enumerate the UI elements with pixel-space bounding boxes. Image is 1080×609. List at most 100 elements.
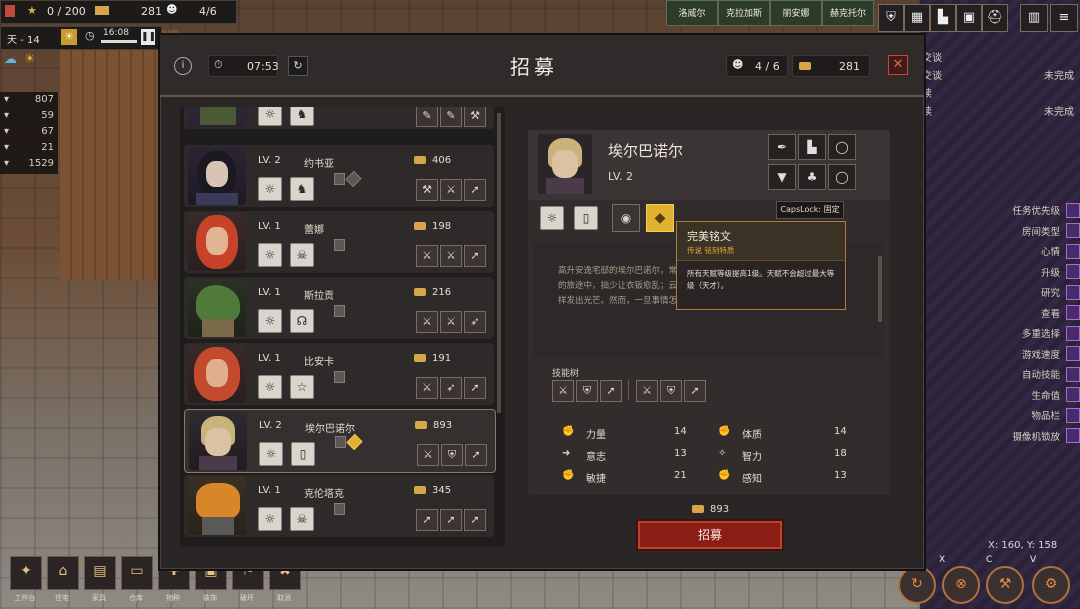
ring-icon[interactable]: ◯	[828, 134, 856, 160]
list-scrollbar[interactable]	[497, 113, 501, 413]
furniture-button[interactable]: ▤	[84, 556, 116, 590]
keybind-row[interactable]: 物品栏	[960, 405, 1080, 426]
trait-icon[interactable]: ▯	[291, 442, 315, 466]
badge-icon	[334, 503, 345, 515]
shield-icon[interactable]: ⛨	[576, 380, 598, 402]
pause-button[interactable]: ❚❚	[141, 29, 156, 45]
trait-icon[interactable]: ☼	[258, 243, 282, 267]
legendary-trait-icon[interactable]: ◆	[646, 204, 674, 232]
arrow-icon: ➚	[464, 179, 486, 201]
trait-icon[interactable]: ☠	[290, 243, 314, 267]
desc-scrollbar[interactable]	[878, 256, 882, 322]
trait-icon[interactable]: ☼	[258, 375, 282, 399]
stat-label: 力量	[586, 430, 606, 441]
colonist-tab[interactable]: 丽安娜	[770, 0, 822, 26]
shield-icon[interactable]: ⛨	[660, 380, 682, 402]
keybind-row[interactable]: 任务优先级	[960, 200, 1080, 221]
candidate-card-selected[interactable]: LV. 2 埃尔巴诺尔 893 ☼ ▯ ⚔ ⛨ ➚	[184, 409, 496, 473]
colonist-tab[interactable]: 赫克托尔	[822, 0, 874, 26]
task-row: 读未完成	[922, 107, 1074, 118]
refresh-icon[interactable]: ↻	[288, 56, 308, 76]
trait-icon[interactable]: ☼	[540, 206, 564, 230]
keybind-row[interactable]: 研究	[960, 282, 1080, 303]
keybind-row[interactable]: 心情	[960, 241, 1080, 262]
arrow-icon[interactable]: ➚	[684, 380, 706, 402]
stock-panel: ▾ 807 ▾ 59 ▾ 67 ▾ 21 ▾ 1529	[0, 92, 58, 174]
candidate-name: 蕾娜	[304, 225, 324, 236]
trait-icon[interactable]: ▯	[574, 206, 598, 230]
workbench-button[interactable]: ✦	[10, 556, 42, 590]
boot-icon[interactable]: ▙	[798, 134, 826, 160]
candidate-card[interactable]: LV. 1 克伦塔克 345 ☼ ☠ ➚ ➚ ➚	[184, 475, 494, 537]
house-button[interactable]: ⌂	[47, 556, 79, 590]
candidate-card[interactable]: LV. 1 斯拉贡 216 ☼ ☊ ⚔ ⚔ ➶	[184, 277, 494, 339]
feather-icon[interactable]: ✒	[768, 134, 796, 160]
stat-label: 体质	[742, 430, 762, 441]
colonist-tab[interactable]: 克拉加斯	[718, 0, 770, 26]
shirt-icon[interactable]: ♣	[798, 164, 826, 190]
build-label: 物种	[166, 594, 180, 602]
trait-icon[interactable]: ☠	[290, 507, 314, 531]
rotate-icon[interactable]: ↻	[898, 566, 936, 604]
keybind-row[interactable]: 查看	[960, 303, 1080, 324]
arrow-icon: ➚	[465, 444, 487, 466]
sun-icon[interactable]: ☀	[61, 29, 77, 45]
keybind-row[interactable]: 游戏速度	[960, 344, 1080, 365]
trait-icon[interactable]: ☼	[258, 107, 282, 126]
tool-icon: ⚒	[464, 107, 486, 127]
hammer-icon[interactable]: ⚒	[986, 566, 1024, 604]
storage-button[interactable]: ▭	[121, 556, 153, 590]
sword-icon[interactable]: ⚔	[552, 380, 574, 402]
trait-icon[interactable]: ☼	[258, 309, 282, 333]
colonist-tab[interactable]: 洛威尔	[666, 0, 718, 26]
info-icon[interactable]: i	[174, 57, 192, 75]
portrait-orange-lizard	[188, 477, 246, 535]
stock-row: ▾ 21	[0, 140, 58, 156]
stat-constitution-icon: ✊	[718, 426, 731, 437]
close-button[interactable]: ✕	[888, 55, 908, 75]
recruit-button[interactable]: 招募	[638, 521, 782, 549]
keybind-row[interactable]: 房间类型	[960, 221, 1080, 242]
id-card-icon[interactable]: ▦	[904, 4, 930, 32]
tools-icon[interactable]: ⚙	[1032, 566, 1070, 604]
tooltip-body: 所有天赋等级提高1级。天赋不会超过最大等级（天才）。	[687, 269, 835, 290]
candidate-card[interactable]: LV. 1 蕾娜 198 ☼ ☠ ⚔ ⚔ ➚	[184, 211, 494, 273]
trait-icon[interactable]: ☼	[258, 507, 282, 531]
candidate-list[interactable]: ☼ ♞ ✎ ✎ ⚒ LV. 2 约书亚 406 ☼ ♞ ⚒ ⚔ ➚ LV. 1 …	[180, 107, 505, 547]
trait-icon[interactable]: ♞	[290, 107, 314, 126]
keybind-row[interactable]: 生命值	[960, 385, 1080, 406]
coin-icon	[692, 505, 704, 513]
sword-icon[interactable]: ⚔	[636, 380, 658, 402]
map-icon[interactable]: ▣	[956, 4, 982, 32]
trait-icon[interactable]: ☼	[258, 177, 282, 201]
candidate-card[interactable]: LV. 2 约书亚 406 ☼ ♞ ⚒ ⚔ ➚	[184, 145, 494, 207]
keybind-row[interactable]: 升级	[960, 262, 1080, 283]
candidate-name: 斯拉贡	[304, 291, 334, 302]
trait-icon[interactable]: ☆	[290, 375, 314, 399]
helmet-icon[interactable]: ⛑	[982, 4, 1008, 32]
arrow-icon: ➚	[464, 245, 486, 267]
ring-icon[interactable]: ◯	[828, 164, 856, 190]
cancel-icon[interactable]: ⊗	[942, 566, 980, 604]
arrow-icon[interactable]: ➚	[600, 380, 622, 402]
hotkey-label: C	[986, 555, 993, 565]
book-icon[interactable]: ▥	[1020, 4, 1048, 32]
trait-icon[interactable]: ☼	[259, 442, 283, 466]
armor-icon[interactable]: ▼	[768, 164, 796, 190]
timer-value: 07:53	[247, 60, 279, 73]
menu-icon[interactable]: ≡	[1050, 4, 1078, 32]
candidate-card[interactable]: LV. 1 比安卡 191 ☼ ☆ ⚔ ➶ ➚	[184, 343, 494, 405]
clock-time: 16:08	[103, 28, 129, 38]
cloud-icon: ☁	[4, 52, 17, 67]
keybind-row[interactable]: 多重选择	[960, 323, 1080, 344]
trait-icon[interactable]: ♞	[290, 177, 314, 201]
build-label: 取消	[277, 594, 291, 602]
keybind-row[interactable]: 自动技能	[960, 364, 1080, 385]
shield-icon[interactable]: ⛨	[878, 4, 904, 32]
trait-icon[interactable]: ☊	[290, 309, 314, 333]
candidate-card[interactable]: ☼ ♞ ✎ ✎ ⚒	[184, 107, 494, 129]
stats-icon[interactable]: ▙	[930, 4, 956, 32]
keybind-row[interactable]: 摄像机锁放	[960, 426, 1080, 447]
coin-icon	[414, 156, 426, 164]
trait-icon[interactable]: ◉	[612, 204, 640, 232]
